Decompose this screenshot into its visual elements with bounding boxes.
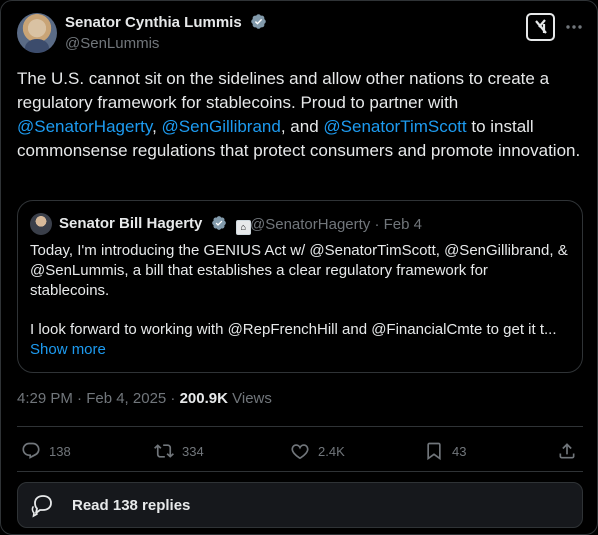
tweet-text-part: The U.S. cannot sit on the sidelines and… — [17, 69, 550, 112]
time-date[interactable]: 4:29 PM · Feb 4, 2025 · — [17, 390, 180, 407]
bookmark-count: 43 — [452, 443, 467, 459]
tweet-card: Senator Cynthia Lummis @SenLummis The U.… — [0, 0, 598, 535]
more-options-button[interactable] — [563, 13, 585, 41]
show-more-link[interactable]: Show more — [30, 341, 106, 358]
quoted-author-avatar[interactable] — [30, 213, 52, 235]
chat-bubbles-icon — [31, 495, 52, 518]
views-label: Views — [227, 390, 272, 407]
author-avatar[interactable] — [17, 13, 57, 53]
bookmark-icon — [427, 442, 441, 461]
read-replies-label: Read 138 replies — [72, 496, 191, 514]
repost-count: 334 — [182, 443, 204, 459]
quoted-handle-date[interactable]: @SenatorHagerty · Feb 4 — [250, 216, 422, 233]
heart-icon — [291, 444, 309, 460]
quoted-text: Today, I'm introducing the GENIUS Act w/… — [30, 242, 568, 299]
government-affiliation-icon: ⌂ — [235, 220, 251, 235]
mention-link[interactable]: @SenGillibrand — [162, 117, 281, 136]
author-name[interactable]: Senator Cynthia Lummis — [65, 14, 242, 31]
grok-icon — [534, 19, 547, 34]
quoted-tweet[interactable]: Senator Bill Hagerty ⌂ @SenatorHagerty ·… — [17, 200, 583, 373]
grok-button[interactable] — [526, 13, 555, 41]
tweet-timestamp: 4:29 PM · Feb 4, 2025 · 200.9K Views — [17, 390, 272, 407]
author-handle[interactable]: @SenLummis — [65, 35, 159, 52]
tweet-text-sep: , and — [280, 117, 324, 136]
author-name-row[interactable]: Senator Cynthia Lummis — [65, 13, 267, 31]
mention-link[interactable]: @SenatorHagerty — [17, 117, 152, 136]
share-icon — [559, 443, 575, 459]
like-count: 2.4K — [318, 443, 345, 459]
reply-icon — [22, 442, 40, 459]
quoted-author-name[interactable]: Senator Bill Hagerty — [59, 215, 202, 232]
quoted-author-name-row[interactable]: Senator Bill Hagerty ⌂ — [59, 215, 251, 235]
verified-badge-icon — [251, 14, 266, 29]
mention-link[interactable]: @SenatorTimScott — [323, 117, 466, 136]
quoted-text-continued: I look forward to working with @RepFrenc… — [30, 321, 557, 338]
repost-button[interactable]: 334 — [154, 438, 204, 464]
views-count: 200.9K — [179, 390, 228, 407]
share-button[interactable] — [557, 438, 585, 464]
reply-count: 138 — [49, 443, 71, 459]
divider — [17, 426, 583, 427]
tweet-text-sep: , — [152, 117, 162, 136]
like-button[interactable]: 2.4K — [290, 438, 345, 464]
more-dots-icon — [566, 25, 582, 29]
verified-badge-icon — [211, 216, 226, 230]
read-replies-button[interactable]: Read 138 replies — [17, 482, 583, 528]
tweet-text: The U.S. cannot sit on the sidelines and… — [17, 67, 583, 163]
reply-button[interactable]: 138 — [21, 438, 71, 464]
divider — [17, 471, 583, 472]
repost-icon — [154, 444, 174, 458]
bookmark-button[interactable]: 43 — [424, 438, 466, 464]
